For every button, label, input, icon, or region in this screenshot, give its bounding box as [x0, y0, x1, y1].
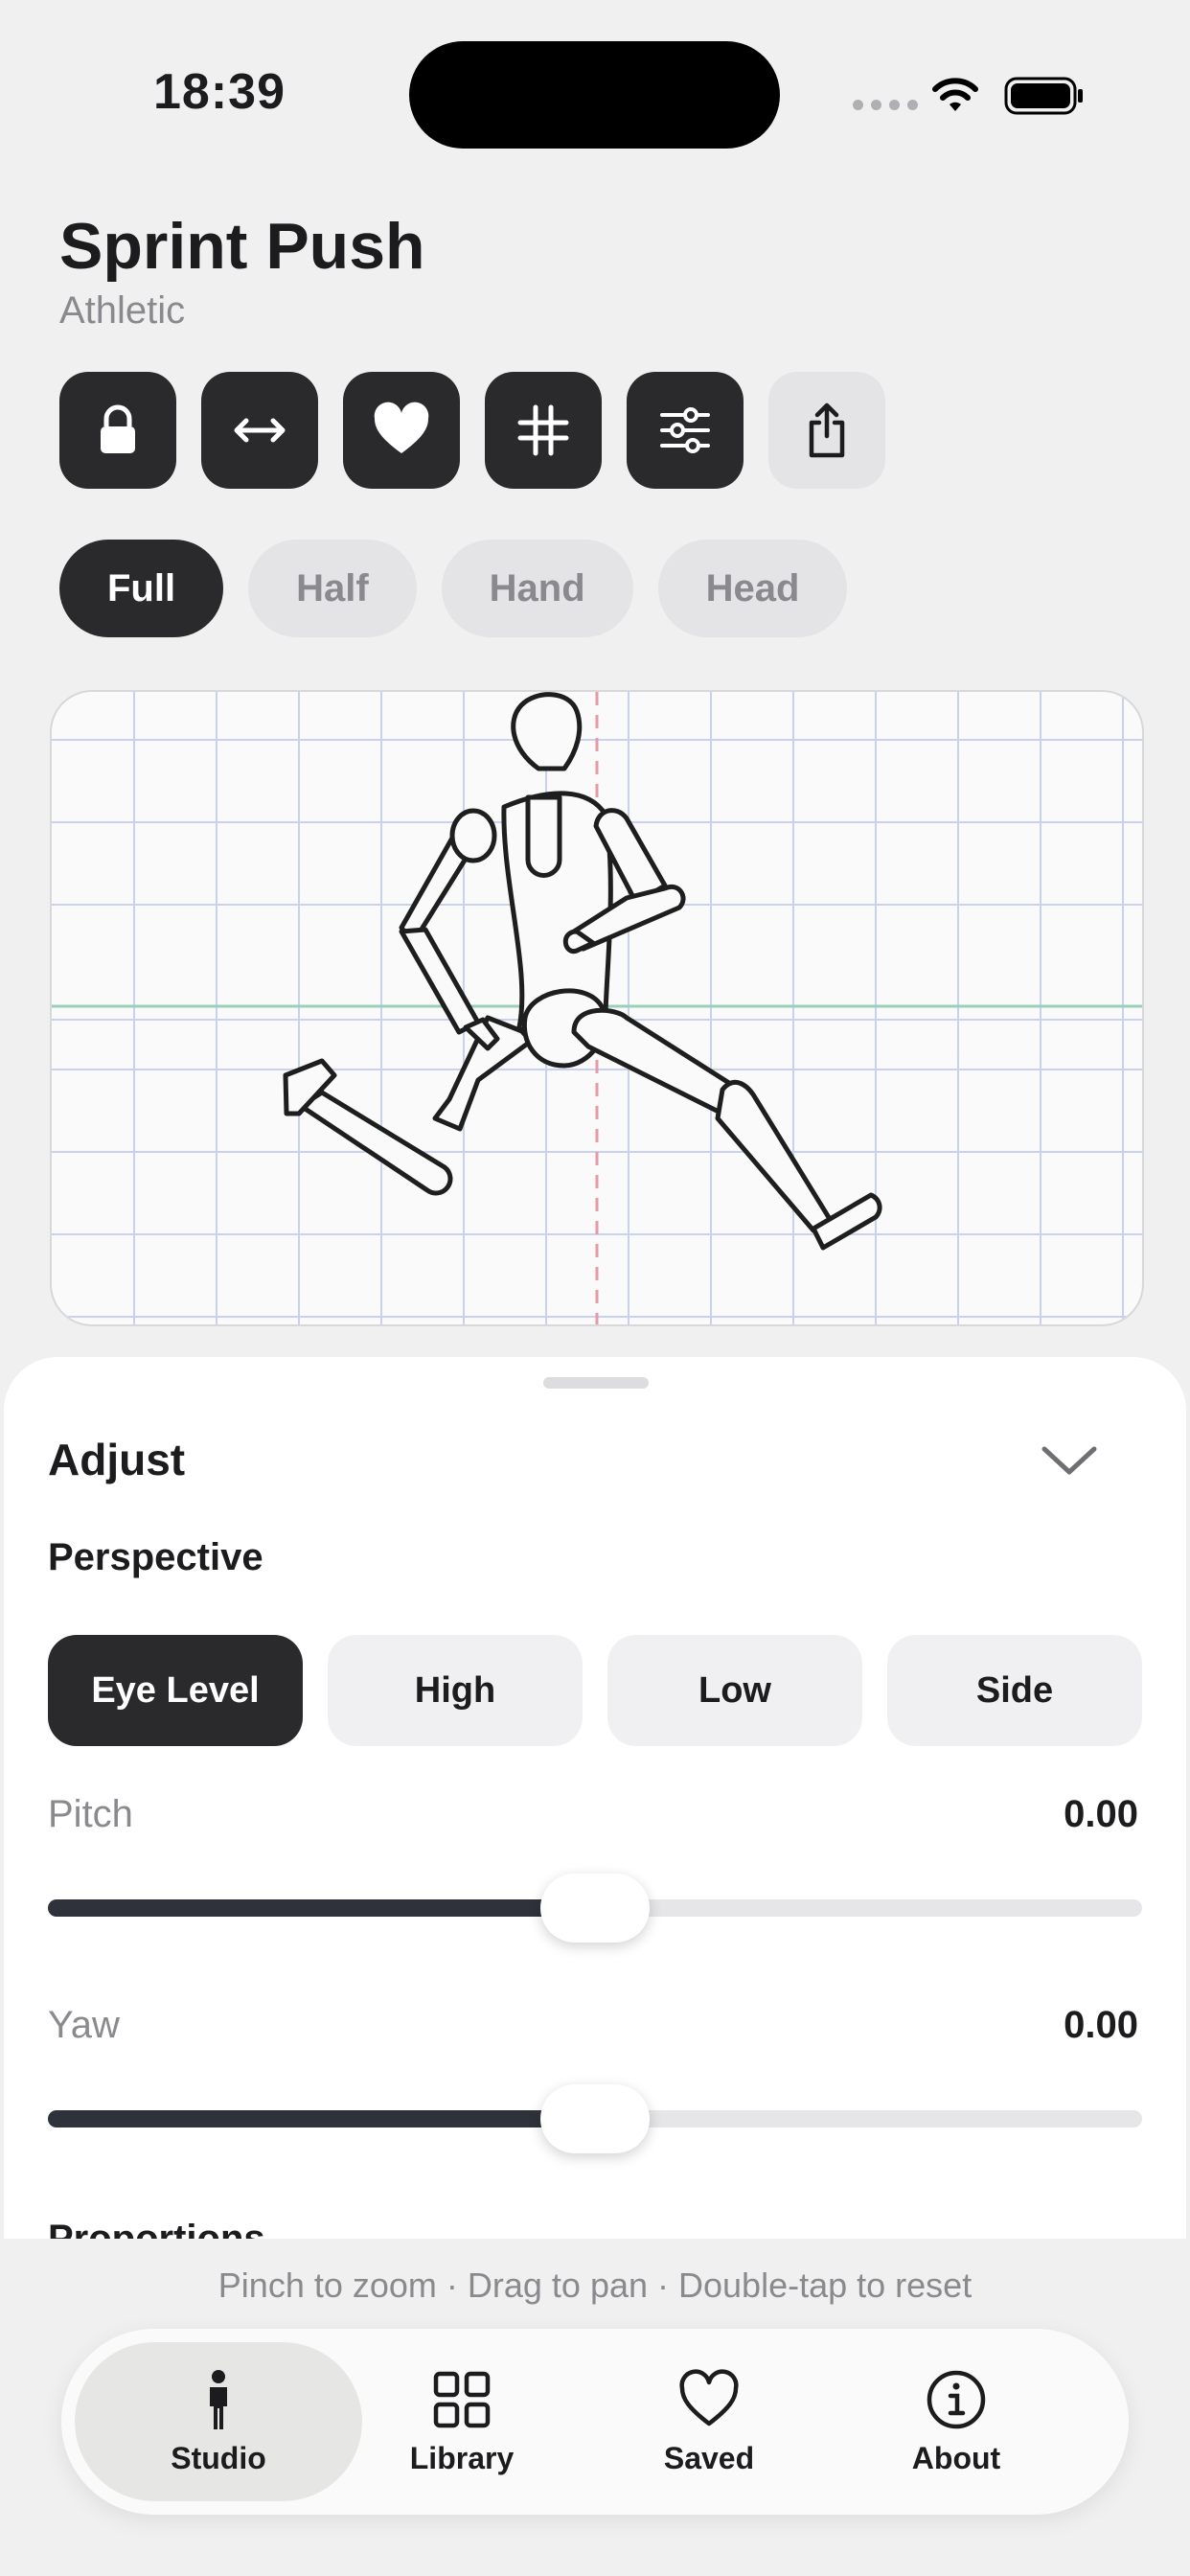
gesture-hint: Pinch to zoom · Drag to pan · Double-tap… — [217, 2266, 973, 2305]
proportions-label: Proportions — [48, 2218, 265, 2239]
wifi-icon — [932, 78, 978, 111]
perspective-eye-level[interactable]: Eye Level — [48, 1635, 303, 1746]
pitch-slider[interactable] — [48, 1874, 1142, 1943]
heart-icon — [374, 402, 429, 453]
sheet-title: Adjust — [48, 1435, 186, 1484]
tab-about[interactable]: About — [812, 2342, 1100, 2501]
pitch-value: 0.00 — [1064, 1793, 1138, 1835]
battery-icon — [1004, 77, 1083, 115]
tab-label: Saved — [663, 2440, 755, 2475]
adjust-button[interactable] — [627, 372, 744, 489]
yaw-label: Yaw — [48, 2004, 120, 2046]
toolbar — [59, 372, 885, 489]
chip-head[interactable]: Head — [657, 540, 848, 637]
chip-half[interactable]: Half — [248, 540, 417, 637]
chip-hand[interactable]: Hand — [441, 540, 633, 637]
dynamic-island — [409, 41, 780, 149]
flip-button[interactable] — [201, 372, 318, 489]
sheet-grabber[interactable] — [543, 1377, 649, 1389]
tab-label: Library — [409, 2440, 515, 2475]
pose-canvas[interactable] — [50, 690, 1144, 1326]
yaw-value: 0.00 — [1064, 2004, 1138, 2046]
crop-chips: Full Half Hand Head — [59, 540, 848, 637]
perspective-side[interactable]: Side — [887, 1635, 1142, 1746]
adjust-sheet: Adjust Perspective Eye Level High Low Si… — [4, 1357, 1186, 2239]
chevron-down-icon[interactable] — [1035, 1432, 1104, 1489]
page-subtitle: Athletic — [59, 289, 186, 332]
tab-label: Studio — [171, 2440, 266, 2475]
sliders-icon — [660, 407, 710, 453]
status-time: 18:39 — [153, 64, 286, 120]
share-icon — [809, 402, 845, 458]
grid-toggle-button[interactable] — [485, 372, 602, 489]
pitch-label: Pitch — [48, 1793, 133, 1835]
perspective-segmented-control: Eye Level High Low Side — [48, 1635, 1142, 1746]
perspective-label: Perspective — [48, 1536, 263, 1578]
pitch-slider-thumb[interactable] — [540, 1874, 650, 1943]
perspective-low[interactable]: Low — [607, 1635, 862, 1746]
info-icon — [927, 2370, 986, 2428]
page-title: Sprint Push — [59, 210, 425, 283]
yaw-slider-fill — [48, 2110, 595, 2128]
signal-dots-icon — [853, 100, 918, 110]
person-icon — [210, 2369, 227, 2429]
perspective-high[interactable]: High — [328, 1635, 583, 1746]
pitch-slider-fill — [48, 1899, 595, 1917]
flip-horizontal-icon — [234, 418, 286, 443]
heart-icon — [679, 2369, 739, 2426]
mannequin-figure — [283, 692, 882, 1251]
share-button[interactable] — [768, 372, 885, 489]
tab-label: About — [911, 2440, 1001, 2475]
canvas-drawing — [52, 692, 1142, 1324]
yaw-slider-thumb[interactable] — [540, 2084, 650, 2153]
lock-button[interactable] — [59, 372, 176, 489]
yaw-slider[interactable] — [48, 2084, 1142, 2153]
tab-saved[interactable]: Saved — [565, 2342, 853, 2501]
chip-full[interactable]: Full — [59, 540, 224, 637]
lock-icon — [101, 404, 135, 453]
favorite-button[interactable] — [343, 372, 460, 489]
tab-bar: Studio Library Saved About — [61, 2329, 1129, 2515]
grid-icon — [517, 404, 569, 456]
tab-library[interactable]: Library — [318, 2342, 606, 2501]
grid-squares-icon — [433, 2371, 491, 2427]
